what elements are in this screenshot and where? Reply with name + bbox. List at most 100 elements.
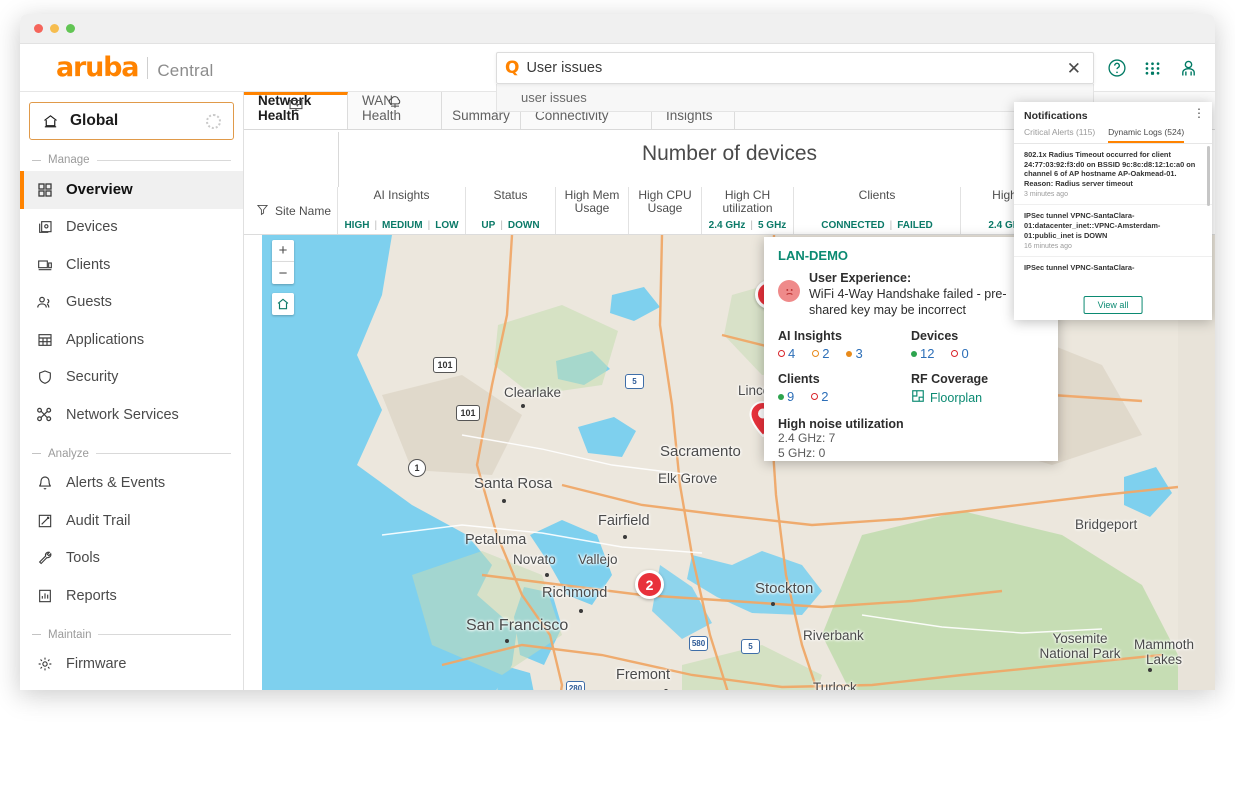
- window-reflection: Firmware Maintain Reports: [20, 690, 1215, 798]
- sidebar-item-alerts-events[interactable]: Alerts & Events: [20, 465, 243, 503]
- column-rule: [338, 132, 339, 187]
- popup-ai-insights: AI Insights 4 2 3: [778, 329, 911, 361]
- sidebar-item-label: Alerts & Events: [66, 475, 165, 491]
- map-route-shield: 5: [741, 639, 760, 654]
- metric-values: 4 2 3: [778, 346, 911, 361]
- help-icon[interactable]: [1107, 58, 1127, 78]
- sidebar-item-clients[interactable]: Clients: [20, 246, 243, 284]
- map-route-shield: 280: [566, 681, 585, 690]
- user-experience-row: User Experience: WiFi 4-Way Handshake fa…: [778, 270, 1044, 318]
- user-experience-text-block: User Experience: WiFi 4-Way Handshake fa…: [809, 270, 1044, 318]
- grid-icon: [36, 181, 53, 198]
- tab-dynamic-logs[interactable]: Dynamic Logs (524): [1108, 127, 1184, 143]
- metric-values: 9 2: [778, 389, 911, 404]
- column-clients[interactable]: Clients CONNECTED| FAILED: [794, 187, 961, 234]
- sidebar-item-label: Network Services: [66, 407, 179, 423]
- user-experience-message: WiFi 4-Way Handshake failed - pre-shared…: [809, 287, 1007, 317]
- metric-label: RF Coverage: [911, 372, 1044, 386]
- ai-insights-low: 3: [846, 346, 862, 361]
- sidebar-item-label: Firmware: [66, 656, 126, 672]
- ai-insights-medium: 2: [812, 346, 829, 361]
- map-marker-cluster[interactable]: 2: [635, 570, 664, 599]
- global-search-bar[interactable]: Q User issues ✕: [496, 52, 1094, 84]
- search-suggestion-item[interactable]: user issues: [496, 84, 1094, 112]
- tab-wan-health[interactable]: WAN Health: [348, 92, 442, 129]
- map-route-shield: 1: [408, 459, 426, 477]
- notification-item[interactable]: 802.1x Radius Timeout occurred for clien…: [1014, 144, 1212, 205]
- floorplan-link[interactable]: Floorplan: [911, 389, 1044, 406]
- map-route-shield: 580: [689, 636, 708, 651]
- filter-icon[interactable]: [256, 203, 269, 221]
- map-zoom-in-button[interactable]: +: [272, 240, 294, 262]
- notifications-scrollbar[interactable]: [1207, 146, 1210, 206]
- group-divider: [96, 453, 231, 454]
- notifications-panel[interactable]: Notifications ⋮ Critical Alerts (115) Dy…: [1014, 102, 1212, 320]
- notifications-list[interactable]: 802.1x Radius Timeout occurred for clien…: [1014, 144, 1212, 274]
- column-high-cpu-usage[interactable]: High CPU Usage: [629, 187, 702, 234]
- search-input[interactable]: User issues: [526, 60, 1062, 76]
- map-home-button[interactable]: [272, 293, 294, 315]
- map-city-dot: [579, 609, 583, 613]
- scope-selector-global[interactable]: Global: [29, 102, 234, 140]
- audit-icon: [36, 512, 53, 529]
- clients-connected: 9: [778, 389, 794, 404]
- scope-selector-label: Global: [70, 112, 195, 130]
- notification-text: IPSec tunnel VPNC-SantaClara-01:datacent…: [1024, 263, 1200, 274]
- search-clear-icon[interactable]: ✕: [1063, 60, 1085, 77]
- clients-failed: 2: [811, 389, 828, 404]
- sidebar-item-firmware[interactable]: Firmware: [20, 646, 243, 684]
- browser-window: aruba Central Q User issues ✕ user issue…: [20, 14, 1215, 690]
- sidebar-item-reports[interactable]: Reports: [20, 577, 243, 615]
- brand-logo[interactable]: aruba Central: [20, 52, 214, 83]
- window-maximize-button[interactable]: [66, 24, 75, 33]
- column-high-ch-utilization[interactable]: High CH utilization 2.4 GHz| 5 GHz: [702, 187, 794, 234]
- column-label: Clients: [859, 189, 896, 202]
- sidebar-item-security[interactable]: Security: [20, 359, 243, 397]
- window-minimize-button[interactable]: [50, 24, 59, 33]
- notification-item[interactable]: IPSec tunnel VPNC-SantaClara-01:datacent…: [1014, 205, 1212, 257]
- notification-time: 16 minutes ago: [1024, 243, 1200, 250]
- user-account-icon[interactable]: [1178, 58, 1199, 79]
- product-name: Central: [157, 61, 213, 81]
- metric-label: AI Insights: [778, 329, 911, 343]
- devices-up: 12: [911, 346, 934, 361]
- map-city-dot: [1148, 668, 1152, 672]
- sidebar-item-guests[interactable]: Guests: [20, 284, 243, 322]
- loading-spinner: [206, 114, 221, 129]
- sidebar-item-label: Guests: [66, 294, 112, 310]
- view-all-button[interactable]: View all: [1084, 296, 1143, 314]
- column-ai-insights[interactable]: AI Insights HIGH| MEDIUM| LOW: [338, 187, 466, 234]
- sidebar-item-network-services[interactable]: Network Services: [20, 396, 243, 434]
- sidebar-item-label: Tools: [66, 550, 100, 566]
- sidebar-item-tools[interactable]: Tools: [20, 540, 243, 578]
- nodes-icon: [36, 406, 53, 423]
- sidebar-item-devices[interactable]: Devices: [20, 209, 243, 247]
- app-header: aruba Central Q User issues ✕ user issue…: [20, 44, 1215, 92]
- column-label: Status: [493, 189, 527, 202]
- sub-up: UP: [481, 220, 495, 231]
- tab-network-health[interactable]: Network Health: [244, 92, 348, 129]
- sidebar-item-label: Applications: [66, 332, 144, 348]
- map-city-dot: [771, 602, 775, 606]
- column-site-name[interactable]: Site Name: [244, 187, 338, 234]
- map-city-dot: [623, 535, 627, 539]
- apps-grid-icon[interactable]: [1143, 59, 1162, 78]
- column-high-mem-usage[interactable]: High Mem Usage: [556, 187, 629, 234]
- column-label: High CPU Usage: [629, 189, 701, 215]
- group-dash: [32, 634, 41, 635]
- sidebar-item-audit-trail[interactable]: Audit Trail: [20, 502, 243, 540]
- popup-clients: Clients 9 2: [778, 372, 911, 406]
- map-route-shield: 5: [625, 374, 644, 389]
- metric-label: Devices: [911, 329, 1044, 343]
- tab-critical-alerts[interactable]: Critical Alerts (115): [1024, 127, 1095, 143]
- notification-item[interactable]: IPSec tunnel VPNC-SantaClara-01:datacent…: [1014, 257, 1212, 274]
- notifications-menu-icon[interactable]: ⋮: [1193, 109, 1205, 118]
- devices-down: 0: [951, 346, 968, 361]
- sidebar-group-label: Manage: [48, 154, 90, 166]
- window-close-button[interactable]: [34, 24, 43, 33]
- sidebar-item-applications[interactable]: Applications: [20, 321, 243, 359]
- shield-icon: [36, 369, 53, 386]
- column-status[interactable]: Status UP| DOWN: [466, 187, 556, 234]
- map-zoom-out-button[interactable]: −: [272, 262, 294, 284]
- sidebar-item-overview[interactable]: Overview: [20, 171, 243, 209]
